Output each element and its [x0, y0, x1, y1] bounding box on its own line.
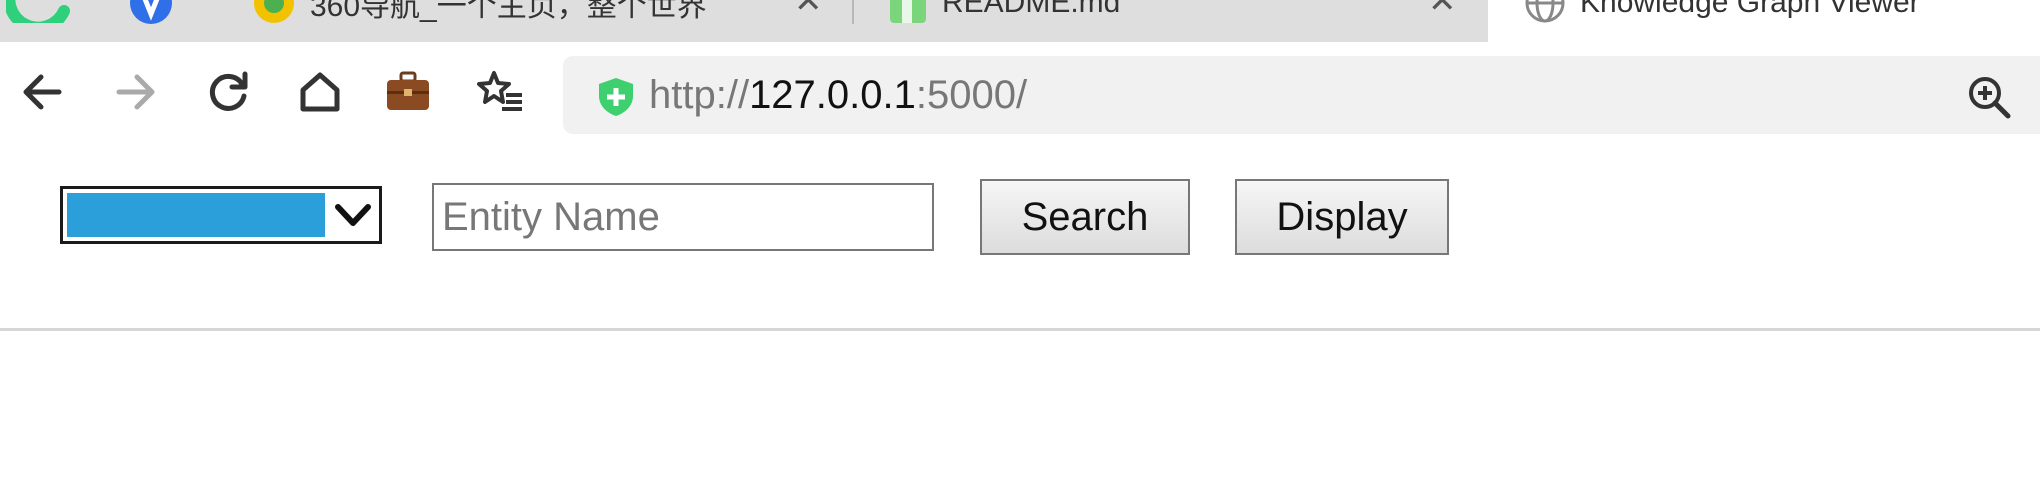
tab-close-icon[interactable]: ✕	[1428, 0, 1457, 22]
horizontal-divider	[0, 328, 2040, 331]
selected-option-highlight	[67, 193, 325, 237]
search-controls: Search Display	[0, 138, 2040, 328]
url-port-path: :5000/	[915, 73, 1028, 117]
blue-app-icon	[130, 0, 172, 24]
tab-title: 360导航_一个主页，整个世界	[310, 0, 707, 23]
url-scheme: http://	[649, 73, 750, 117]
tab-360-logo[interactable]	[6, 0, 76, 24]
star-list-icon	[477, 71, 522, 111]
tab-readme[interactable]: README.md	[888, 0, 1388, 24]
display-button[interactable]: Display	[1235, 179, 1449, 255]
url-text[interactable]: http://127.0.0.1:5000/	[649, 56, 1027, 134]
reload-button[interactable]	[204, 68, 252, 116]
inactive-tabs-area: 360导航_一个主页，整个世界 ✕ README.md ✕	[0, 0, 1488, 42]
entity-name-input[interactable]	[432, 183, 934, 251]
back-arrow-icon	[23, 74, 62, 110]
search-button[interactable]: Search	[980, 179, 1190, 255]
favorites-button[interactable]	[476, 68, 524, 116]
chevron-down-icon	[335, 204, 371, 226]
document-icon	[890, 0, 926, 23]
zoom-in-icon[interactable]	[1966, 74, 2012, 120]
url-host: 127.0.0.1	[749, 73, 916, 117]
tab-title: Knowledge Graph Viewer	[1580, 0, 1920, 19]
globe-icon	[1525, 0, 1565, 23]
address-bar[interactable]: http://127.0.0.1:5000/	[563, 56, 2040, 134]
active-tab-label: Knowledge Graph Viewer	[1524, 0, 2040, 24]
tab-title: README.md	[942, 0, 1121, 19]
forward-button[interactable]	[112, 68, 160, 116]
browser-toolbar: http://127.0.0.1:5000/	[0, 42, 2040, 138]
360-browser-logo-icon	[6, 0, 70, 23]
back-button[interactable]	[18, 68, 66, 116]
tab-360-nav[interactable]: 360导航_一个主页，整个世界	[252, 0, 792, 24]
briefcase-icon	[387, 71, 429, 110]
360-nav-icon	[254, 0, 294, 23]
briefcase-button[interactable]	[384, 68, 432, 116]
tab-close-icon[interactable]: ✕	[794, 0, 823, 22]
security-shield-icon	[599, 78, 633, 116]
browser-window: 360导航_一个主页，整个世界 ✕ README.md ✕ Knowledge …	[0, 0, 2040, 486]
reload-icon	[209, 71, 248, 111]
forward-arrow-icon	[116, 74, 155, 110]
home-button[interactable]	[296, 68, 344, 116]
tab-knowledge-graph-viewer[interactable]: Knowledge Graph Viewer	[1488, 0, 2040, 42]
tab-separator	[852, 0, 854, 24]
home-icon	[300, 72, 340, 112]
tab-strip: 360导航_一个主页，整个世界 ✕ README.md ✕ Knowledge …	[0, 0, 2040, 42]
entity-type-select[interactable]	[60, 186, 382, 244]
tab-blue-app[interactable]	[128, 0, 178, 24]
